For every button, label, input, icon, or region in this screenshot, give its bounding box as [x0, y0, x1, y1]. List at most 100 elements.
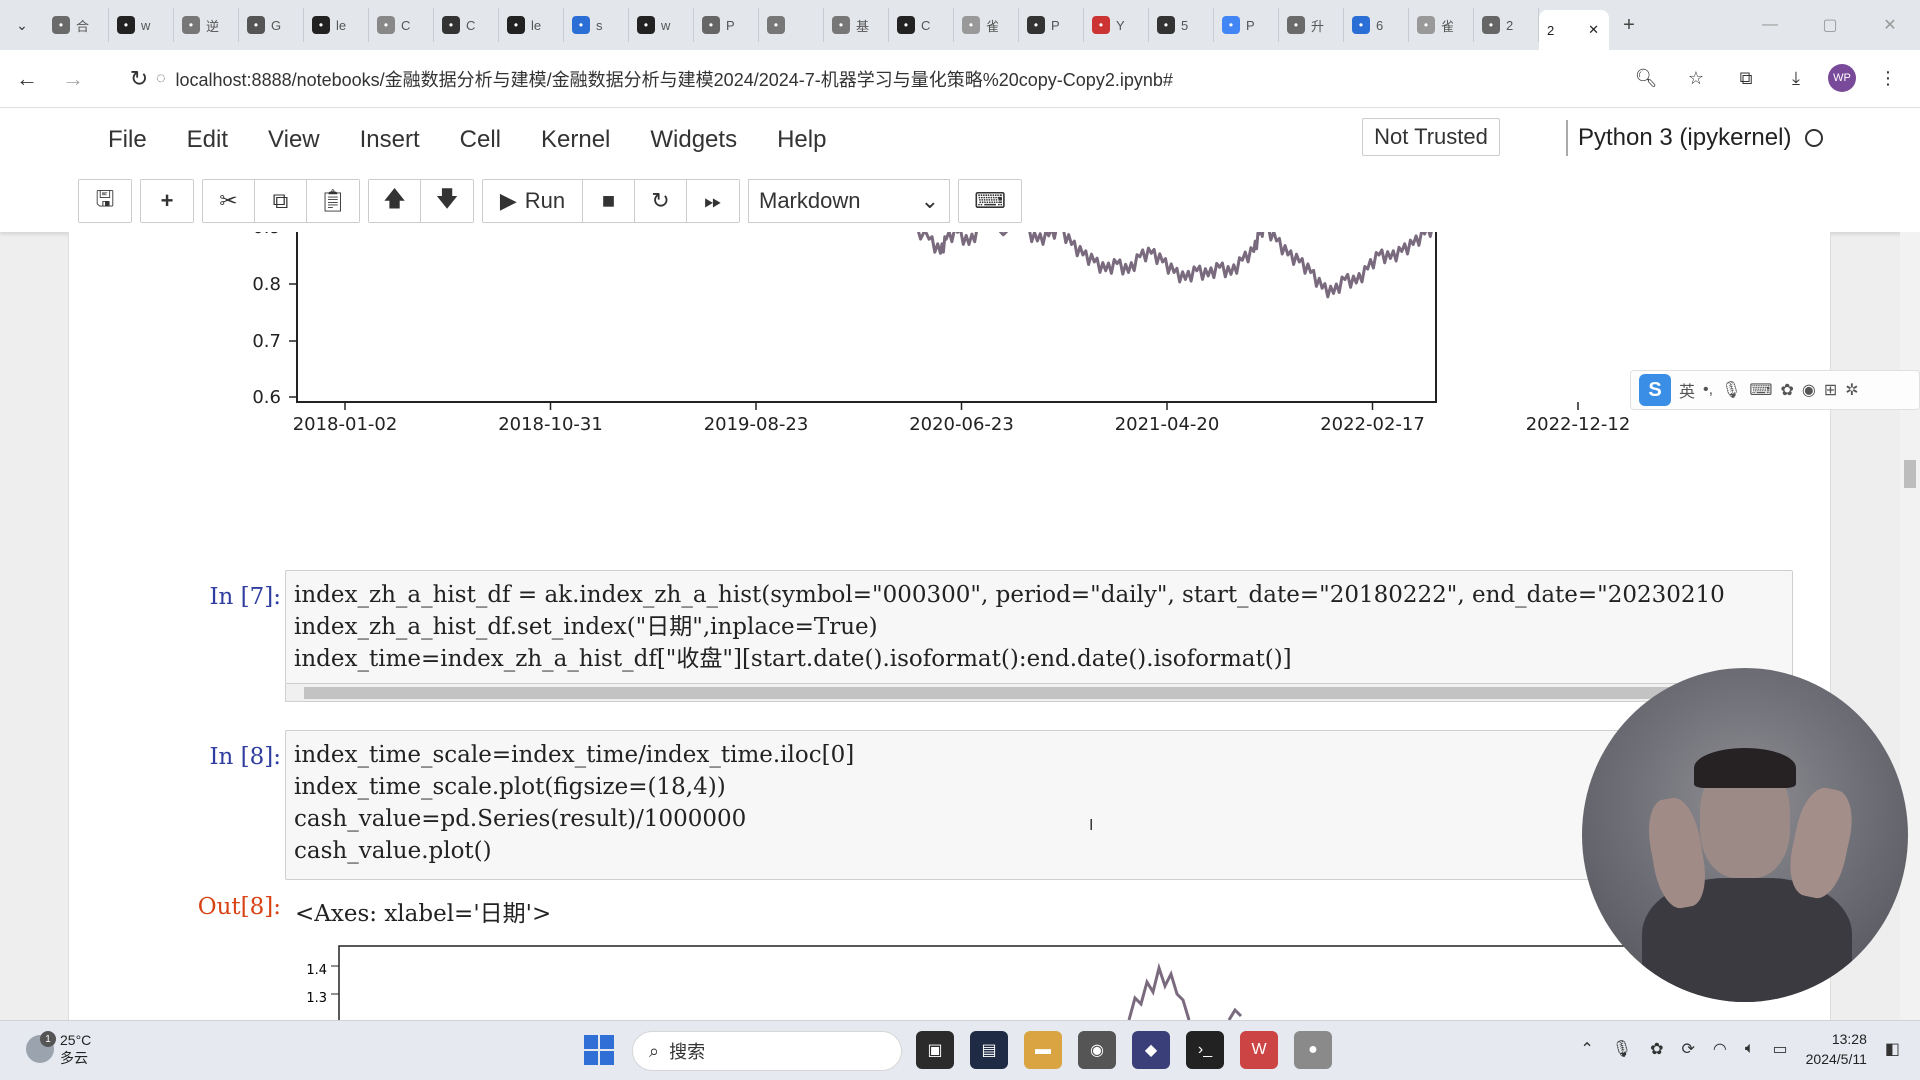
browser-tab[interactable]: • le — [499, 8, 564, 42]
punctuation-icon[interactable]: •, — [1703, 381, 1713, 399]
browser-tab[interactable]: • 雀 — [954, 8, 1019, 42]
active-tab[interactable]: 2 ✕ — [1539, 10, 1609, 50]
trust-indicator[interactable]: Not Trusted — [1362, 118, 1500, 156]
insert-cell-icon[interactable]: + — [141, 180, 193, 222]
close-tab-icon[interactable]: ✕ — [1588, 22, 1599, 38]
tray-overflow-icon[interactable]: ⌃ — [1580, 1039, 1593, 1059]
microphone-icon[interactable]: 🎙︎ — [1721, 380, 1741, 400]
start-button[interactable] — [584, 1035, 614, 1065]
restart-icon[interactable]: ↻ — [635, 180, 687, 222]
browser-tab[interactable]: • C — [889, 8, 954, 42]
profile-avatar[interactable]: WP — [1828, 64, 1856, 92]
keyboard-icon[interactable]: ⌨ — [1749, 380, 1772, 400]
recorder-icon[interactable]: ● — [1294, 1031, 1332, 1069]
menu-view[interactable]: View — [248, 120, 340, 160]
kernel-indicator[interactable]: Python 3 (ipykernel) — [1566, 120, 1824, 156]
cut-icon[interactable]: ✂ — [203, 180, 255, 222]
browser-tab[interactable]: • w — [629, 8, 694, 42]
menu-edit[interactable]: Edit — [167, 120, 248, 160]
ime-toolbar[interactable]: S 英 •, 🎙︎ ⌨ ✿ ◉ ⊞ ✲ — [1630, 370, 1920, 410]
keyboard-shortcuts-icon[interactable]: ⌨ — [959, 180, 1021, 222]
browser-tab[interactable]: • — [759, 8, 824, 42]
code-cell-8[interactable]: index_time_scale=index_time/index_time.i… — [285, 730, 1793, 880]
browser-tab[interactable]: • 雀 — [1409, 8, 1474, 42]
tray-app-icon[interactable]: ✿ — [1650, 1039, 1663, 1059]
code-cell-7[interactable]: index_zh_a_hist_df = ak.index_zh_a_hist(… — [285, 570, 1793, 684]
save-icon[interactable]: 🖫 — [79, 180, 131, 222]
powershell-icon[interactable]: ›_ — [1186, 1031, 1224, 1069]
wps-icon[interactable]: W — [1240, 1031, 1278, 1069]
browser-tab[interactable]: • 基 — [824, 8, 889, 42]
wifi-icon[interactable]: ◠ — [1713, 1039, 1727, 1059]
minimize-icon[interactable]: — — [1740, 0, 1800, 50]
page-scrollbar[interactable] — [1900, 232, 1920, 1020]
copy-icon[interactable]: ⧉ — [255, 180, 307, 222]
forward-icon[interactable]: → — [50, 56, 96, 102]
browser-tab[interactable]: • 逆 — [174, 8, 239, 42]
weather-widget[interactable]: 1 25°C 多云 — [26, 1031, 91, 1067]
browser-tab[interactable]: • s — [564, 8, 629, 42]
file-explorer-icon[interactable]: ▬ — [1024, 1031, 1062, 1069]
move-up-icon[interactable]: 🡅 — [369, 180, 421, 222]
code-cell-7-scrollbar[interactable] — [285, 684, 1793, 702]
tray-mic-icon[interactable]: 🎙︎ — [1612, 1039, 1632, 1059]
terminal-app-icon[interactable]: ▤ — [970, 1031, 1008, 1069]
ime-language[interactable]: 英 — [1679, 378, 1695, 402]
scrollbar-thumb[interactable] — [304, 687, 1684, 699]
browser-tab[interactable]: • C — [434, 8, 499, 42]
site-info-icon[interactable]: ◌ — [156, 70, 166, 88]
skin-icon[interactable]: ✿ — [1780, 380, 1793, 400]
browser-tab[interactable]: • Y — [1084, 8, 1149, 42]
battery-icon[interactable]: ▭ — [1773, 1039, 1788, 1059]
browser-tab[interactable]: • P — [1214, 8, 1279, 42]
taskbar-search[interactable]: ⌕ 搜索 — [632, 1031, 902, 1071]
browser-tab[interactable]: • 合 — [44, 8, 109, 42]
close-window-icon[interactable]: ✕ — [1860, 0, 1920, 50]
menu-file[interactable]: File — [88, 120, 167, 160]
more-menu-icon[interactable]: ⋮ — [1870, 60, 1906, 96]
obs-icon[interactable]: ◆ — [1132, 1031, 1170, 1069]
apps-grid-icon[interactable]: ⊞ — [1824, 380, 1837, 400]
browser-tab[interactable]: • C — [369, 8, 434, 42]
browser-tab[interactable]: • le — [304, 8, 369, 42]
interrupt-icon[interactable]: ■ — [583, 180, 635, 222]
browser-tab[interactable]: • P — [1019, 8, 1084, 42]
restart-run-all-icon[interactable]: ⏩︎ — [687, 180, 739, 222]
back-icon[interactable]: ← — [4, 56, 50, 102]
clock[interactable]: 13:28 2024/5/11 — [1806, 1029, 1867, 1069]
zoom-icon[interactable]: 🔍︎ — [1628, 60, 1664, 96]
menu-help[interactable]: Help — [757, 120, 846, 160]
new-tab-button[interactable]: + — [1609, 14, 1649, 37]
settings-icon[interactable]: ✲ — [1845, 380, 1858, 400]
browser-tab[interactable]: • 5 — [1149, 8, 1214, 42]
menu-insert[interactable]: Insert — [340, 120, 440, 160]
game-icon[interactable]: ◉ — [1802, 380, 1816, 400]
page-scrollbar-thumb[interactable] — [1904, 460, 1916, 488]
menu-kernel[interactable]: Kernel — [521, 120, 630, 160]
tray-sync-icon[interactable]: ⟳ — [1682, 1039, 1695, 1059]
tab-label: C — [921, 17, 931, 33]
task-view-icon[interactable]: ▣ — [916, 1031, 954, 1069]
menu-widgets[interactable]: Widgets — [630, 120, 757, 160]
extensions-icon[interactable]: ⧉ — [1728, 60, 1764, 96]
browser-tab[interactable]: • 6 — [1344, 8, 1409, 42]
browser-tab[interactable]: • P — [694, 8, 759, 42]
tab-search-icon[interactable]: ⌄ — [0, 0, 44, 50]
browser-tab[interactable]: • 2 — [1474, 8, 1539, 42]
notification-icon[interactable]: ◧ — [1885, 1039, 1900, 1059]
browser-tab[interactable]: • w — [109, 8, 174, 42]
browser-tab[interactable]: • 升 — [1279, 8, 1344, 42]
run-button[interactable]: ▶ Run — [483, 180, 583, 222]
bookmark-star-icon[interactable]: ☆ — [1678, 60, 1714, 96]
chrome-icon[interactable]: ◉ — [1078, 1031, 1116, 1069]
url-field[interactable]: ◌ localhost:8888/notebooks/金融数据分析与建模/金融数… — [156, 64, 1586, 94]
tab-label: 合 — [76, 18, 90, 34]
browser-tab[interactable]: • G — [239, 8, 304, 42]
menu-cell[interactable]: Cell — [440, 120, 521, 160]
move-down-icon[interactable]: 🡇 — [421, 180, 473, 222]
cell-type-select[interactable]: Markdown ⌄ — [748, 179, 950, 223]
download-icon[interactable]: ⤓ — [1778, 60, 1814, 96]
maximize-icon[interactable]: ▢ — [1800, 0, 1860, 50]
volume-icon[interactable]: 🔈︎ — [1745, 1040, 1755, 1058]
paste-icon[interactable]: 📋︎ — [307, 180, 359, 222]
